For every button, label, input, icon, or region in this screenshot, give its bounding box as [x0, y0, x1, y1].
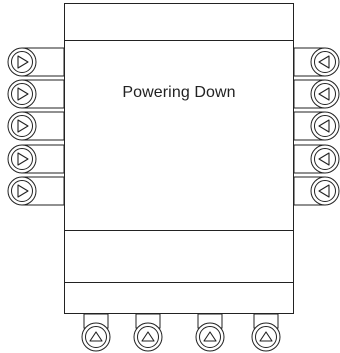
softkeys-layer — [7, 47, 340, 352]
right-softkey-5[interactable] — [293, 176, 340, 206]
bottom-softkey-3[interactable] — [195, 313, 225, 352]
bottom-softkey-4[interactable] — [251, 313, 281, 352]
pump-device: Powering Down — [0, 0, 340, 353]
right-softkey-3[interactable] — [293, 111, 340, 141]
right-softkey-2[interactable] — [293, 79, 340, 109]
right-softkey-4[interactable] — [293, 144, 340, 174]
bottom-softkey-1[interactable] — [81, 313, 111, 352]
left-softkey-4[interactable] — [7, 144, 65, 174]
bottom-softkey-2[interactable] — [133, 313, 163, 352]
left-softkey-5[interactable] — [7, 176, 65, 206]
right-softkey-1[interactable] — [293, 47, 340, 77]
left-softkey-3[interactable] — [7, 111, 65, 141]
left-softkey-2[interactable] — [7, 79, 65, 109]
left-softkey-1[interactable] — [7, 47, 65, 77]
